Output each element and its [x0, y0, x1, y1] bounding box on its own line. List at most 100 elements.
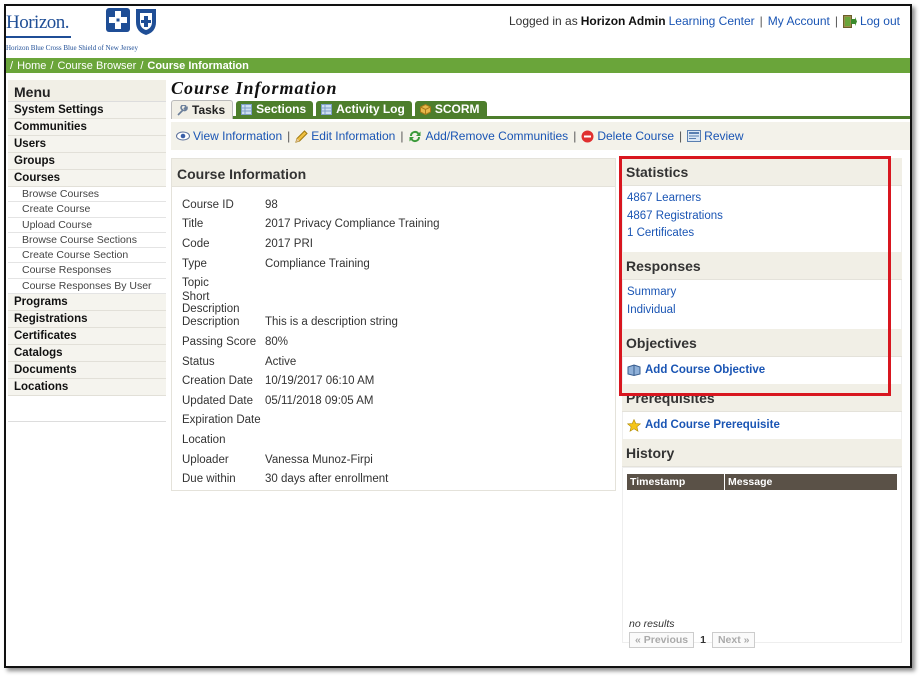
tab-tasks-label: Tasks: [192, 103, 226, 117]
logout-link[interactable]: Log out: [860, 14, 900, 28]
sidebar-subitem-create-course[interactable]: Create Course: [8, 202, 166, 218]
review-link[interactable]: Review: [704, 129, 743, 143]
breadcrumb-home[interactable]: Home: [17, 60, 46, 72]
review-action[interactable]: Review: [687, 129, 744, 143]
info-value: 2017 Privacy Compliance Training: [265, 218, 440, 231]
tab-activity-log[interactable]: Activity Log: [316, 101, 412, 117]
tab-sections-label: Sections: [256, 102, 307, 116]
learning-center-link[interactable]: Learning Center: [669, 14, 755, 28]
tab-scorm[interactable]: SCORM: [414, 101, 487, 117]
info-row-title: Title 2017 Privacy Compliance Training: [172, 215, 615, 235]
message-column-header[interactable]: Message: [725, 474, 897, 490]
next-page-button[interactable]: Next »: [711, 632, 756, 648]
view-information-link[interactable]: View Information: [193, 129, 282, 143]
info-label: Status: [182, 355, 215, 368]
add-course-objective-link[interactable]: Add Course Objective: [645, 364, 765, 376]
sidebar-subitem-browse-courses[interactable]: Browse Courses: [8, 187, 166, 203]
history-heading: History: [622, 439, 902, 467]
info-label: Type: [182, 257, 207, 270]
tab-tasks[interactable]: Tasks: [171, 100, 234, 119]
view-information-action[interactable]: View Information: [176, 129, 282, 143]
delete-course-link[interactable]: Delete Course: [597, 129, 674, 143]
info-row-short-description: Short Description: [172, 291, 615, 315]
info-label: Creation Date: [182, 375, 253, 388]
statistics-box: Statistics 4867 Learners 4867 Registrati…: [622, 158, 902, 252]
sidebar-item-courses[interactable]: Courses: [8, 170, 166, 187]
tab-sections[interactable]: Sections: [236, 101, 314, 117]
add-remove-communities-link[interactable]: Add/Remove Communities: [425, 129, 568, 143]
my-account-link[interactable]: My Account: [768, 14, 830, 28]
sidebar-item-catalogs[interactable]: Catalogs: [8, 345, 166, 363]
menu-title: Menu: [8, 80, 166, 102]
sidebar-item-groups[interactable]: Groups: [8, 153, 166, 170]
summary-link[interactable]: Summary: [627, 286, 676, 298]
horizon-logo[interactable]: Horizon.: [6, 12, 70, 34]
prerequisites-box: Prerequisites Add Course Prerequisite: [622, 384, 902, 439]
logo-rule: [6, 36, 71, 38]
breadcrumb-separator: /: [50, 59, 54, 72]
right-column: Statistics 4867 Learners 4867 Registrati…: [622, 158, 902, 648]
course-info-table: Course ID 98 Title 2017 Privacy Compliance…: [172, 195, 615, 489]
statistics-body: 4867 Learners 4867 Registrations 1 Certi…: [622, 186, 902, 252]
sidebar-item-programs[interactable]: Programs: [8, 294, 166, 312]
separator: |: [287, 129, 291, 143]
info-row-description: Description This is a description string: [172, 313, 615, 333]
edit-information-action[interactable]: Edit Information: [295, 129, 395, 143]
info-label: Title: [182, 218, 204, 231]
info-row-due-within: Due within 30 days after enrollment: [172, 469, 615, 489]
sidebar-item-users[interactable]: Users: [8, 136, 166, 153]
info-value: Vanessa Munoz-Firpi: [265, 453, 373, 466]
sidebar-subitem-create-course-section[interactable]: Create Course Section: [8, 248, 166, 264]
sidebar-subitem-browse-course-sections[interactable]: Browse Course Sections: [8, 232, 166, 249]
sidebar-item-documents[interactable]: Documents: [8, 362, 166, 380]
refresh-arrows-icon: [409, 130, 421, 142]
add-remove-communities-action[interactable]: Add/Remove Communities: [408, 129, 568, 143]
sidebar-item-communities[interactable]: Communities: [8, 119, 166, 136]
logout-icon[interactable]: [842, 14, 857, 28]
current-page-number: 1: [700, 634, 706, 646]
prerequisites-body: Add Course Prerequisite: [622, 412, 902, 439]
delete-icon: [581, 130, 594, 142]
previous-page-button[interactable]: « Previous: [629, 632, 695, 648]
history-body: Timestamp Message no results « Previous …: [622, 467, 902, 648]
registrations-link[interactable]: 4867 Registrations: [627, 210, 723, 222]
sidebar-item-registrations[interactable]: Registrations: [8, 311, 166, 329]
page-title: Course Information: [171, 78, 338, 98]
sidebar-subitem-course-responses[interactable]: Course Responses: [8, 263, 166, 279]
sidebar-subitem-course-responses-by-user[interactable]: Course Responses By User: [8, 278, 166, 295]
sidebar-item-locations[interactable]: Locations: [8, 379, 166, 397]
delete-course-action[interactable]: Delete Course: [581, 129, 674, 143]
app-window: Horizon. Horizon Blue Cross Blue Shield …: [4, 4, 912, 668]
breadcrumb: / Home / Course Browser / Course Informa…: [6, 58, 910, 73]
info-row-creation-date: Creation Date 10/19/2017 06:10 AM: [172, 371, 615, 391]
sidebar-item-system-settings[interactable]: System Settings: [8, 102, 166, 119]
timestamp-column-header[interactable]: Timestamp: [627, 474, 725, 490]
course-info-heading: Course Information: [172, 159, 615, 187]
tab-bar: Tasks Sections Activity Log SCORM: [171, 100, 910, 119]
user-bar: Logged in as Horizon Admin Learning Cent…: [509, 14, 900, 28]
info-row-code: Code 2017 PRI: [172, 234, 615, 254]
responses-body: Summary Individual: [622, 280, 902, 329]
responses-box: Responses Summary Individual: [622, 252, 902, 329]
edit-information-link[interactable]: Edit Information: [311, 129, 395, 143]
info-row-passing-score: Passing Score 80%: [172, 332, 615, 352]
breadcrumb-separator: /: [140, 59, 144, 72]
add-course-prerequisite-link[interactable]: Add Course Prerequisite: [645, 419, 780, 431]
learners-link[interactable]: 4867 Learners: [627, 192, 701, 204]
objectives-box: Objectives Add Course Objective: [622, 329, 902, 384]
add-course-prerequisite-action[interactable]: Add Course Prerequisite: [627, 416, 897, 434]
info-label: Updated Date: [182, 394, 253, 407]
breadcrumb-course-browser[interactable]: Course Browser: [57, 60, 136, 72]
objectives-heading: Objectives: [622, 329, 902, 357]
certificates-link[interactable]: 1 Certificates: [627, 227, 694, 239]
sidebar-item-certificates[interactable]: Certificates: [8, 328, 166, 346]
info-row-expiration-date: Expiration Date: [172, 411, 615, 431]
course-info-panel: Course Information Course ID 98 Title 2017…: [171, 158, 616, 491]
individual-link[interactable]: Individual: [627, 304, 676, 316]
sidebar-subitem-upload-course[interactable]: Upload Course: [8, 217, 166, 233]
breadcrumb-separator: /: [10, 59, 14, 72]
add-course-objective-action[interactable]: Add Course Objective: [627, 361, 897, 379]
user-name: Horizon Admin: [580, 14, 666, 28]
objective-icon: [627, 364, 641, 376]
info-value: 05/11/2018 09:05 AM: [265, 394, 374, 407]
